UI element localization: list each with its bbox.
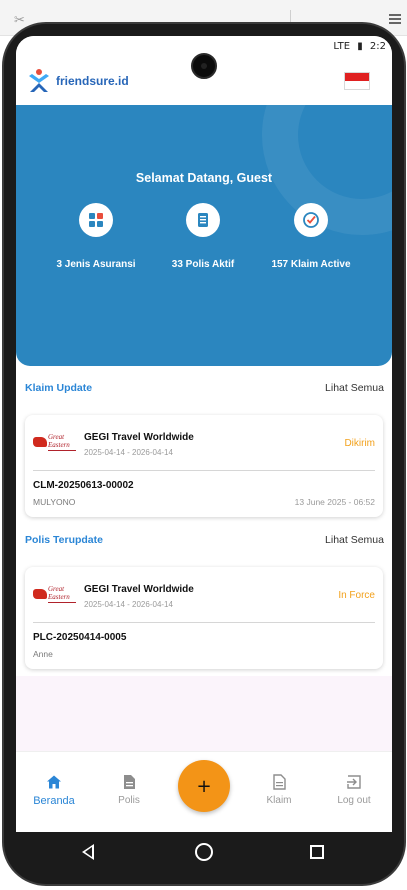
document-list-icon [186,203,220,237]
section-title: Polis Terupdate [25,534,103,546]
claim-number: CLM-20250613-00002 [33,480,134,491]
grid-icon [79,203,113,237]
home-circle-icon[interactable] [195,843,213,861]
claim-timestamp: 13 June 2025 - 06:52 [294,497,375,507]
policy-number: PLC-20250414-0005 [33,632,127,643]
divider [33,622,375,623]
logout-icon [346,774,362,790]
add-button[interactable]: + [178,760,230,812]
bottom-navigation: Beranda Polis + Klaim Log out [16,751,392,832]
brand-logo[interactable]: friendsure.id [26,68,129,94]
brand-text-line2: Eastern [48,593,70,601]
policy-card[interactable]: Great Eastern GEGI Travel Worldwide 2025… [25,567,383,669]
nav-home[interactable]: Beranda [24,774,84,807]
stat-label: 33 Polis Aktif [171,259,235,270]
section-title: Klaim Update [25,382,93,394]
status-icons: LTE ▮ 2:2 [329,41,386,52]
nav-claims[interactable]: Klaim [249,774,309,806]
hero-banner: Selamat Datang, Guest 3 Jenis Asuransi 3… [16,105,392,366]
scissors-icon[interactable]: ✂ [14,12,25,28]
system-navigation-bar [16,832,392,874]
stat-label: 157 Klaim Active [271,259,351,270]
lion-icon [33,589,47,599]
stat-active-claims[interactable]: 157 Klaim Active [251,203,371,270]
brand-text-line1: Great [48,585,65,593]
friendsure-logo-icon [26,68,52,94]
status-badge: In Force [338,590,375,601]
claim-card[interactable]: Great Eastern GEGI Travel Worldwide 2025… [25,415,383,517]
nav-label: Klaim [266,795,292,806]
stat-label: 3 Jenis Asuransi [56,259,136,270]
back-icon[interactable] [82,844,94,860]
great-eastern-logo: Great Eastern [33,585,77,607]
menu-icon[interactable] [389,14,401,24]
nav-logout[interactable]: Log out [324,774,384,806]
brand-name: friendsure.id [56,74,129,88]
language-flag-icon[interactable] [344,72,370,90]
insured-name: Anne [33,649,53,659]
coverage-period: 2025-04-14 - 2026-04-14 [84,448,173,457]
recent-apps-icon[interactable] [310,845,324,859]
nav-label: Log out [337,795,371,806]
front-camera [191,53,217,79]
status-badge: Dikirim [344,438,375,449]
see-all-claims-link[interactable]: Lihat Semua [325,382,384,394]
product-name: GEGI Travel Worldwide [84,584,194,595]
file-icon [271,774,287,790]
product-name: GEGI Travel Worldwide [84,432,194,443]
policies-section-header: Polis Terupdate Lihat Semua [16,531,392,551]
divider [33,470,375,471]
app-screen: LTE ▮ 2:2 friendsure.id Selamat Datang, … [16,36,392,832]
nav-label: Beranda [33,795,75,807]
battery-icon: ▮ [357,41,363,52]
see-all-policies-link[interactable]: Lihat Semua [325,534,384,546]
network-label: LTE [333,41,351,52]
nav-policies[interactable]: Polis [99,774,159,806]
stat-insurance-types[interactable]: 3 Jenis Asuransi [36,203,156,270]
clock: 2:2 [369,41,386,52]
insured-name: MULYONO [33,497,76,507]
welcome-title: Selamat Datang, Guest [135,171,273,185]
lion-icon [33,437,47,447]
great-eastern-logo: Great Eastern [33,433,77,455]
nav-label: Polis [118,795,140,806]
document-icon [121,774,137,790]
check-badge-icon [294,203,328,237]
home-icon [46,774,62,790]
coverage-period: 2025-04-14 - 2026-04-14 [84,600,173,609]
brand-text-line1: Great [48,433,65,441]
content-background [16,676,392,751]
stat-active-policies[interactable]: 33 Polis Aktif [143,203,263,270]
brand-text-line2: Eastern [48,441,70,449]
claims-section-header: Klaim Update Lihat Semua [16,379,392,399]
